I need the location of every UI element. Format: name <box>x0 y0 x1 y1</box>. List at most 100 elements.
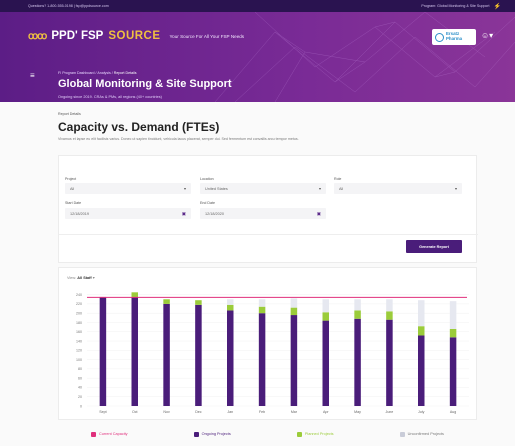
x-tick-label: Feb <box>259 410 265 414</box>
x-tick-label: Nov <box>163 410 170 414</box>
x-tick-label: July <box>418 410 425 414</box>
bar-planned-projects <box>354 310 361 319</box>
breadcrumb-dashboard[interactable]: FI Program Dashboard <box>58 71 95 75</box>
legend-item[interactable]: Current Capacity <box>91 431 128 437</box>
filter-divider <box>59 234 478 235</box>
location-select[interactable]: United States ▾ <box>200 183 326 194</box>
bar-planned-projects <box>449 328 457 338</box>
client-logo-icon <box>435 32 444 42</box>
calendar-icon[interactable]: ▣ <box>182 211 186 217</box>
y-tick-label: 20 <box>78 395 82 399</box>
role-value: All <box>339 186 344 191</box>
brand-ppd: PPD' FSP <box>51 30 104 42</box>
bar-ongoing-projects <box>290 315 298 406</box>
chevron-down-icon: ▾ <box>92 276 95 280</box>
y-tick-label: 220 <box>76 302 82 306</box>
start-date-input[interactable]: 12/18/2019 ▣ <box>65 208 191 219</box>
x-tick-label: Oct <box>132 410 138 414</box>
bar-ongoing-projects <box>163 303 170 406</box>
client-logo-sub: Pharma <box>446 36 463 41</box>
x-tick-label: Sept <box>99 410 106 414</box>
legend-item[interactable]: Ongoing Projects <box>193 431 231 437</box>
bar-planned-projects <box>290 307 298 316</box>
view-value: All Staff <box>77 276 92 280</box>
bar-unconfirmed-projects <box>290 298 298 308</box>
chart-legend: Current Capacity Ongoing Projects Planne… <box>58 427 477 441</box>
y-tick-label: 200 <box>76 312 82 316</box>
capacity-demand-chart: 0 20 40 60 80 100 120 140 160 180 200 220 240 Sept Oct… <box>76 292 469 414</box>
bar-ongoing-projects <box>386 319 393 406</box>
hamburger-menu-icon[interactable]: ≡ <box>30 71 35 80</box>
legend-item[interactable]: Planned Projects <box>296 431 334 437</box>
bar-ongoing-projects <box>131 296 138 406</box>
report-description: Vivamus et lapse eu elit facilisis variu… <box>58 137 299 141</box>
bar-ongoing-projects <box>99 296 107 406</box>
x-tick-label: Dec <box>195 410 202 414</box>
bar-unconfirmed-projects <box>258 299 266 307</box>
bar-ongoing-projects <box>227 310 234 406</box>
chevron-down-icon: ▾ <box>454 186 457 191</box>
page-subtitle: Ongoing since 2019. CRAs & PMs, all regi… <box>58 95 162 99</box>
breadcrumb-current: Report Details <box>113 71 137 75</box>
legend-item[interactable]: Unconfirmed Projects <box>399 431 444 437</box>
legend-label: Current Capacity <box>99 432 128 436</box>
utility-bar: Questions? 1-800-555-0198 | fsp@ppdsourc… <box>0 0 515 12</box>
legend-label: Unconfirmed Projects <box>407 432 444 436</box>
bar-planned-projects <box>195 300 202 305</box>
y-tick-label: 0 <box>80 404 82 408</box>
bar-planned-projects <box>258 306 266 314</box>
bar-unconfirmed-projects <box>418 300 425 327</box>
bar-planned-projects <box>131 292 138 297</box>
bar-planned-projects <box>322 312 329 321</box>
generate-report-button[interactable]: Generate Report <box>406 240 462 253</box>
view-selector[interactable]: View: All Staff ▾ <box>67 275 95 280</box>
y-tick-label: 60 <box>78 376 82 380</box>
x-tick-label: June <box>386 410 394 414</box>
x-tick-label: Aug <box>450 410 456 414</box>
end-date-label: End Date <box>200 201 215 205</box>
breadcrumb: FI Program Dashboard / Analysis / Report… <box>58 71 137 75</box>
bar-ongoing-projects <box>354 318 361 406</box>
role-select[interactable]: All ▾ <box>334 183 462 194</box>
brand-logo[interactable]: ꝏꝏ PPD' FSP SOURCE Your Source For All Y… <box>28 30 244 42</box>
project-select[interactable]: All ▾ <box>65 183 191 194</box>
bolt-icon: ⚡ <box>493 3 501 10</box>
program-selector[interactable]: Program: Global Monitoring & Site Suppor… <box>421 4 489 8</box>
project-value: All <box>70 186 75 191</box>
client-logo: Ersatz Pharma <box>432 29 476 45</box>
y-tick-label: 120 <box>76 349 82 353</box>
location-label: Location <box>200 177 214 181</box>
chart-card: 0 20 40 60 80 100 120 140 160 180 200 220 240 Sept Oct… <box>58 267 477 420</box>
page-title: Global Monitoring & Site Support <box>58 78 232 90</box>
bar-planned-projects <box>386 311 393 320</box>
x-tick-label: May <box>354 410 361 414</box>
bar-unconfirmed-projects <box>354 299 361 311</box>
x-tick-label: Mar <box>291 410 298 414</box>
bar-ongoing-projects <box>195 304 202 406</box>
breadcrumb-analysis[interactable]: Analysis <box>97 71 110 75</box>
y-tick-label: 240 <box>76 293 82 297</box>
page-header: ꝏꝏ PPD' FSP SOURCE Your Source For All Y… <box>0 12 515 102</box>
bar-ongoing-projects <box>418 335 425 406</box>
user-menu-icon[interactable]: ☺▾ <box>481 31 493 40</box>
bar-planned-projects <box>227 304 234 311</box>
start-date-label: Start Date <box>65 201 82 205</box>
report-title: Capacity vs. Demand (FTEs) <box>58 120 220 134</box>
end-date-input[interactable]: 12/18/2020 ▣ <box>200 208 326 219</box>
legend-label: Planned Projects <box>304 432 334 436</box>
bar-unconfirmed-projects <box>449 301 457 329</box>
calendar-icon[interactable]: ▣ <box>317 211 321 217</box>
chevron-down-icon: ▾ <box>318 186 321 191</box>
x-tick-label: Apr <box>323 410 329 414</box>
brand-source: SOURCE <box>108 30 161 42</box>
end-date-value: 12/18/2020 <box>205 211 225 216</box>
support-contact[interactable]: Questions? 1-800-555-0198 | fsp@ppdsourc… <box>28 4 109 8</box>
brand-mark-icon: ꝏꝏ <box>28 30 47 42</box>
legend-swatch <box>296 431 302 437</box>
bar-ongoing-projects <box>322 320 329 406</box>
bar-planned-projects <box>163 299 170 304</box>
y-tick-label: 140 <box>76 339 82 343</box>
x-tick-label: Jan <box>227 410 233 414</box>
project-label: Project <box>65 177 77 181</box>
y-tick-label: 180 <box>76 321 82 325</box>
